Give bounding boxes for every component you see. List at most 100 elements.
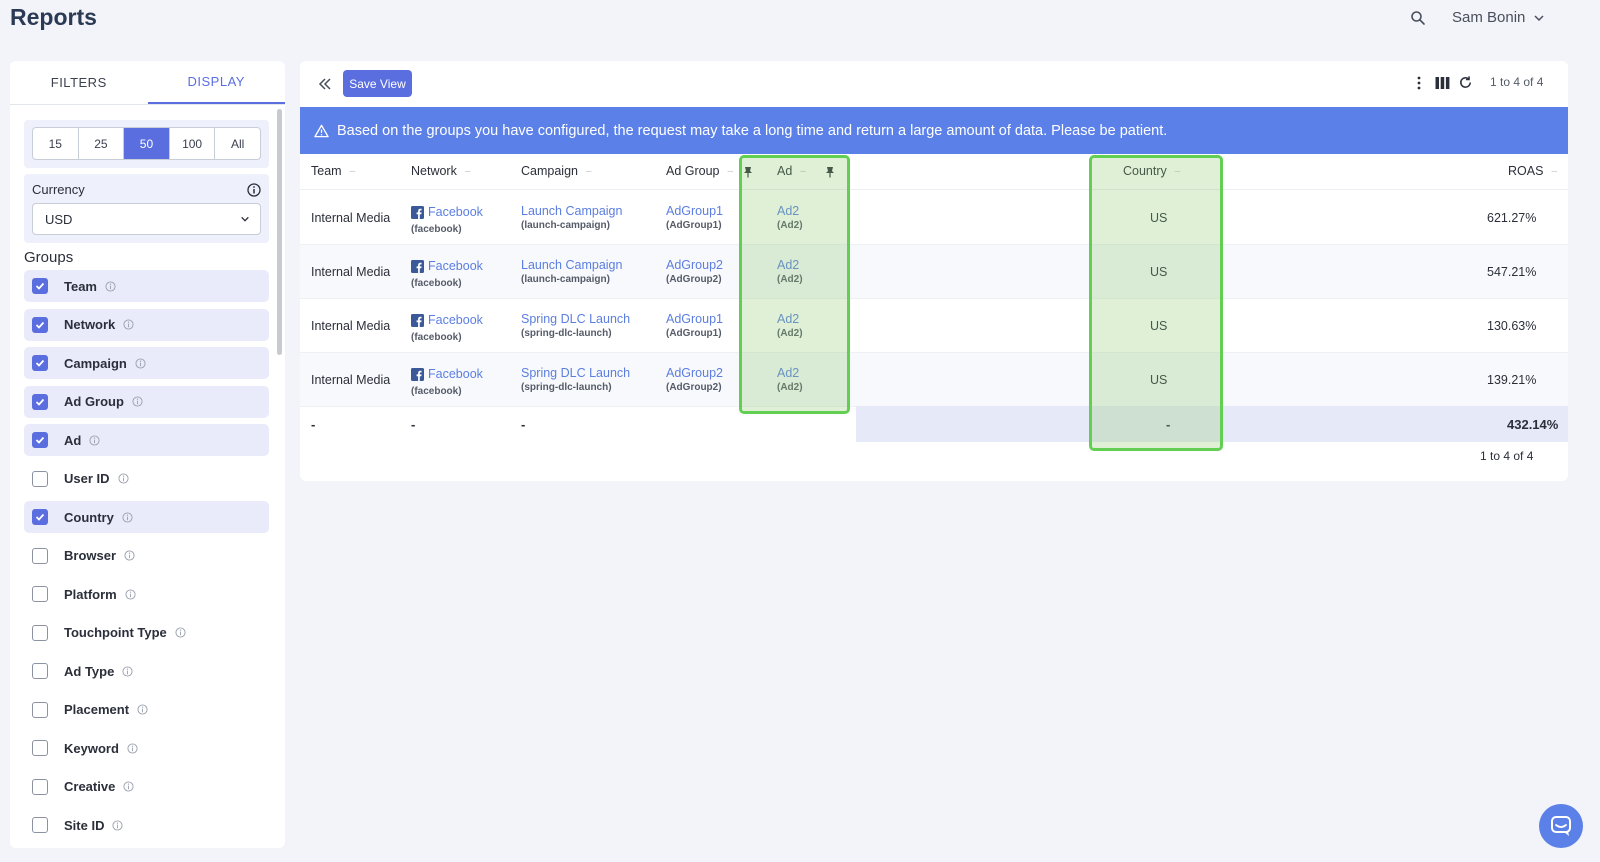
page-size-15[interactable]: 15 — [33, 128, 79, 159]
checkbox[interactable] — [32, 740, 48, 756]
group-item-ad-group[interactable]: Ad Group — [24, 385, 269, 418]
table-row[interactable]: Internal Media Facebook (facebook) Spring D… — [300, 299, 1568, 353]
network-link[interactable]: Facebook — [428, 313, 483, 327]
checkbox[interactable] — [32, 432, 48, 448]
info-icon[interactable] — [247, 183, 261, 197]
checkbox[interactable] — [32, 701, 48, 718]
info-icon[interactable] — [124, 550, 135, 561]
page-size-50[interactable]: 50 — [124, 128, 170, 159]
warning-text: Based on the groups you have configured,… — [337, 122, 1168, 139]
adgroup-link[interactable]: AdGroup2 — [666, 366, 723, 380]
group-item-campaign[interactable]: Campaign — [24, 347, 269, 379]
network-link[interactable]: Facebook — [428, 205, 483, 219]
info-icon[interactable] — [89, 434, 100, 446]
table-row[interactable]: Internal Media Facebook (facebook) Spring D… — [300, 353, 1568, 407]
page-size-25[interactable]: 25 — [79, 128, 125, 159]
campaign-link[interactable]: Launch Campaign — [521, 204, 622, 218]
group-item-country[interactable]: Country — [24, 501, 269, 533]
checkbox[interactable] — [32, 393, 48, 410]
info-icon[interactable] — [112, 819, 124, 831]
currency-value: USD — [45, 211, 73, 227]
save-view-button[interactable]: Save View — [343, 70, 412, 97]
pager-summary-bottom: 1 to 4 of 4 — [1480, 449, 1534, 463]
table-row[interactable]: Internal Media Facebook (facebook) Launch C… — [300, 245, 1568, 299]
info-icon[interactable] — [125, 588, 136, 600]
info-icon[interactable] — [132, 396, 143, 407]
page-size-all[interactable]: All — [215, 128, 260, 159]
info-icon[interactable] — [137, 704, 148, 715]
adgroup-link[interactable]: AdGroup2 — [666, 258, 723, 272]
info-icon[interactable] — [135, 357, 146, 369]
campaign-link[interactable]: Launch Campaign — [521, 258, 622, 272]
header-roas[interactable]: ROAS – — [1508, 164, 1557, 178]
header-network[interactable]: Network – — [411, 164, 470, 178]
checkbox[interactable] — [32, 817, 48, 833]
user-name: Sam Bonin — [1452, 9, 1526, 26]
campaign-link[interactable]: Spring DLC Launch — [521, 312, 630, 326]
checkbox[interactable] — [32, 624, 48, 641]
columns-icon[interactable] — [1435, 76, 1450, 90]
info-icon[interactable] — [123, 319, 134, 330]
checkbox[interactable] — [32, 470, 48, 487]
currency-section: Currency USD — [24, 174, 269, 243]
adgroup-id: (AdGroup2) — [666, 382, 722, 393]
adgroup-link[interactable]: AdGroup1 — [666, 312, 723, 326]
table-row[interactable]: Internal Media Facebook (facebook) Launch C… — [300, 191, 1568, 245]
network-link[interactable]: Facebook — [428, 259, 483, 273]
group-item-platform[interactable]: Platform — [24, 578, 269, 610]
header-team[interactable]: Team – — [311, 164, 355, 178]
page-size-100[interactable]: 100 — [170, 128, 216, 159]
totals-row: - - - - 432.14% — [300, 406, 1568, 442]
info-icon[interactable] — [122, 665, 133, 677]
info-icon[interactable] — [122, 511, 133, 523]
group-item-creative[interactable]: Creative — [24, 771, 269, 803]
sidebar-scrollbar[interactable] — [277, 109, 282, 355]
campaign-id: (launch-campaign) — [521, 274, 610, 285]
group-item-ad-type[interactable]: Ad Type — [24, 655, 269, 687]
cell-campaign: Launch Campaign (launch-campaign) — [521, 204, 622, 231]
header-campaign[interactable]: Campaign – — [521, 164, 592, 178]
tab-display[interactable]: DISPLAY — [147, 61, 285, 104]
network-link[interactable]: Facebook — [428, 367, 483, 381]
search-icon[interactable] — [1410, 10, 1426, 26]
info-icon[interactable] — [117, 473, 129, 484]
table-header: Team – Network – Campaign – Ad Group – Ad – C… — [300, 154, 1568, 190]
group-item-label: Platform — [64, 586, 117, 602]
checkbox[interactable] — [32, 586, 48, 602]
tab-filters[interactable]: FILTERS — [10, 61, 148, 104]
checkbox[interactable] — [32, 663, 48, 679]
campaign-link[interactable]: Spring DLC Launch — [521, 366, 630, 380]
adgroup-link[interactable]: AdGroup1 — [666, 204, 723, 218]
chat-button[interactable] — [1539, 804, 1583, 848]
group-item-team[interactable]: Team — [24, 270, 269, 302]
refresh-icon[interactable] — [1458, 75, 1473, 90]
user-menu[interactable]: Sam Bonin — [1452, 9, 1545, 26]
info-icon[interactable] — [127, 742, 138, 754]
group-item-label: Creative — [64, 779, 116, 794]
group-item-user-id[interactable]: User ID — [24, 463, 269, 495]
checkbox[interactable] — [32, 778, 48, 795]
info-icon[interactable] — [123, 781, 134, 792]
report-panel: Save View 1 to 4 of 4 Based on the group… — [300, 61, 1568, 481]
group-item-keyword[interactable]: Keyword — [24, 732, 269, 764]
checkbox[interactable] — [32, 509, 48, 525]
checkbox[interactable] — [32, 316, 48, 333]
group-item-touchpoint-type[interactable]: Touchpoint Type — [24, 617, 269, 649]
group-item-placement[interactable]: Placement — [24, 694, 269, 726]
header-adgroup[interactable]: Ad Group – — [666, 164, 733, 178]
network-id: (facebook) — [411, 331, 462, 343]
more-vert-icon[interactable] — [1416, 75, 1422, 91]
info-icon[interactable] — [105, 280, 116, 292]
group-item-network[interactable]: Network — [24, 308, 269, 341]
currency-select[interactable]: USD — [32, 203, 261, 235]
group-item-browser[interactable]: Browser — [24, 540, 269, 572]
checkbox[interactable] — [32, 278, 48, 294]
checkbox[interactable] — [32, 355, 48, 371]
collapse-icon[interactable] — [318, 77, 332, 91]
group-item-site-id[interactable]: Site ID — [24, 809, 269, 841]
checkbox[interactable] — [32, 547, 48, 564]
group-item-ad[interactable]: Ad — [24, 424, 269, 456]
facebook-icon — [411, 367, 424, 381]
info-icon[interactable] — [175, 627, 186, 638]
chat-icon — [1551, 816, 1571, 836]
